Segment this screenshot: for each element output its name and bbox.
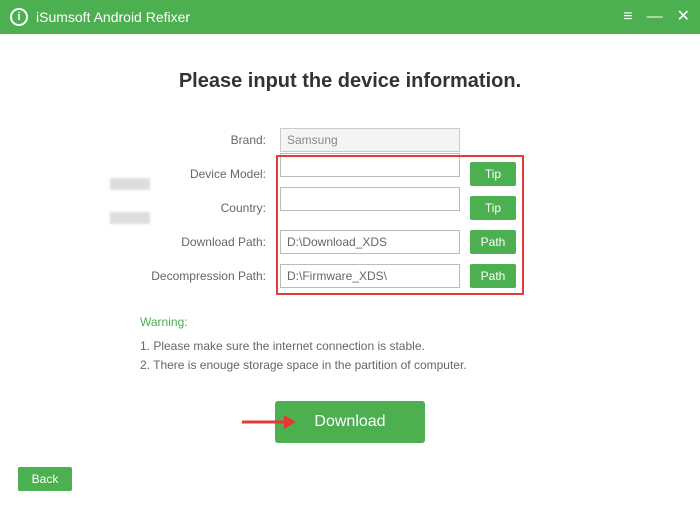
page-heading: Please input the device information.: [30, 70, 670, 93]
app-logo-icon: i: [10, 8, 28, 26]
country-tip-button[interactable]: Tip: [470, 196, 516, 220]
titlebar: i iSumsoft Android Refixer ≡ — ✕: [0, 0, 700, 34]
download-path-button[interactable]: Path: [470, 230, 516, 254]
country-input[interactable]: [280, 187, 460, 211]
arrow-annotation-icon: [240, 412, 296, 432]
download-button[interactable]: Download: [275, 401, 425, 443]
device-model-tip-button[interactable]: Tip: [470, 162, 516, 186]
warning-section: Warning: 1. Please make sure the interne…: [140, 315, 560, 375]
download-path-input[interactable]: [280, 230, 460, 254]
menu-icon[interactable]: ≡: [623, 9, 632, 25]
minimize-icon[interactable]: —: [647, 9, 663, 25]
download-path-label: Download Path:: [130, 235, 280, 249]
brand-input[interactable]: [280, 128, 460, 152]
device-model-input[interactable]: [280, 153, 460, 177]
back-button[interactable]: Back: [18, 467, 72, 491]
warning-line-2: 2. There is enouge storage space in the …: [140, 356, 560, 375]
app-title: iSumsoft Android Refixer: [36, 9, 623, 25]
brand-label: Brand:: [130, 133, 280, 147]
device-form: Brand: Device Model: Tip Country: Tip Do…: [130, 123, 570, 293]
decompression-path-button[interactable]: Path: [470, 264, 516, 288]
decompression-path-label: Decompression Path:: [130, 269, 280, 283]
decompression-path-input[interactable]: [280, 264, 460, 288]
country-label: Country:: [130, 201, 280, 215]
warning-line-1: 1. Please make sure the internet connect…: [140, 337, 560, 356]
device-model-label: Device Model:: [130, 167, 280, 181]
warning-title: Warning:: [140, 315, 560, 329]
close-icon[interactable]: ✕: [677, 9, 690, 25]
